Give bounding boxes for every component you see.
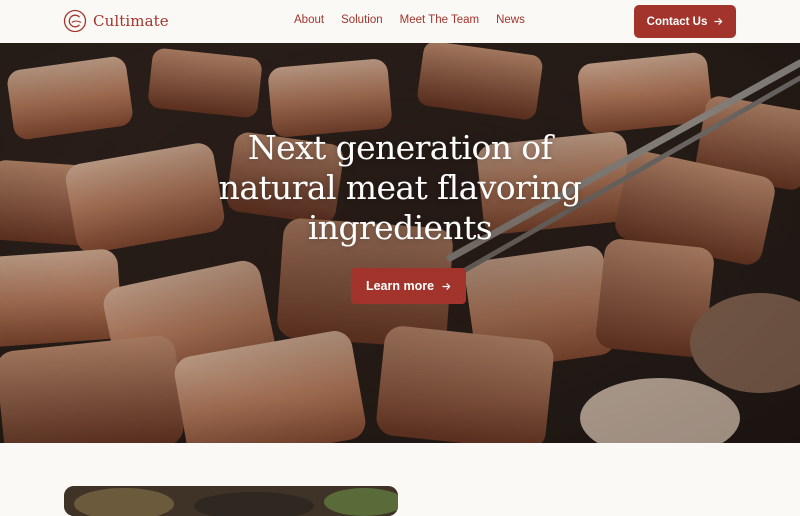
cultimate-logo-icon [63, 9, 87, 33]
main-nav: About Solution Meet The Team News [294, 14, 542, 26]
food-photo-image [64, 486, 398, 516]
hero-section: Next generation of natural meat flavorin… [0, 43, 800, 443]
nav-item-about[interactable]: About [294, 14, 324, 26]
hero-title-line-1: Next generation of [247, 128, 553, 167]
site-header: Cultimate About Solution Meet The Team N… [0, 0, 800, 43]
hero-title-line-3: ingredients [307, 208, 493, 247]
hero-title: Next generation of natural meat flavorin… [190, 128, 610, 248]
arrow-right-icon [714, 18, 723, 25]
contact-us-label: Contact Us [646, 15, 708, 28]
learn-more-button[interactable]: Learn more [351, 268, 466, 304]
brand-name: Cultimate [93, 12, 169, 30]
nav-item-solution[interactable]: Solution [341, 14, 383, 26]
hero-title-line-2: natural meat flavoring [218, 168, 582, 207]
section-preview-image [64, 486, 398, 516]
nav-item-meet-the-team[interactable]: Meet The Team [400, 14, 479, 26]
nav-item-news[interactable]: News [496, 14, 525, 26]
contact-us-button[interactable]: Contact Us [634, 5, 736, 38]
learn-more-label: Learn more [365, 279, 435, 293]
arrow-right-icon [442, 282, 451, 290]
brand-logo[interactable]: Cultimate [63, 9, 169, 33]
